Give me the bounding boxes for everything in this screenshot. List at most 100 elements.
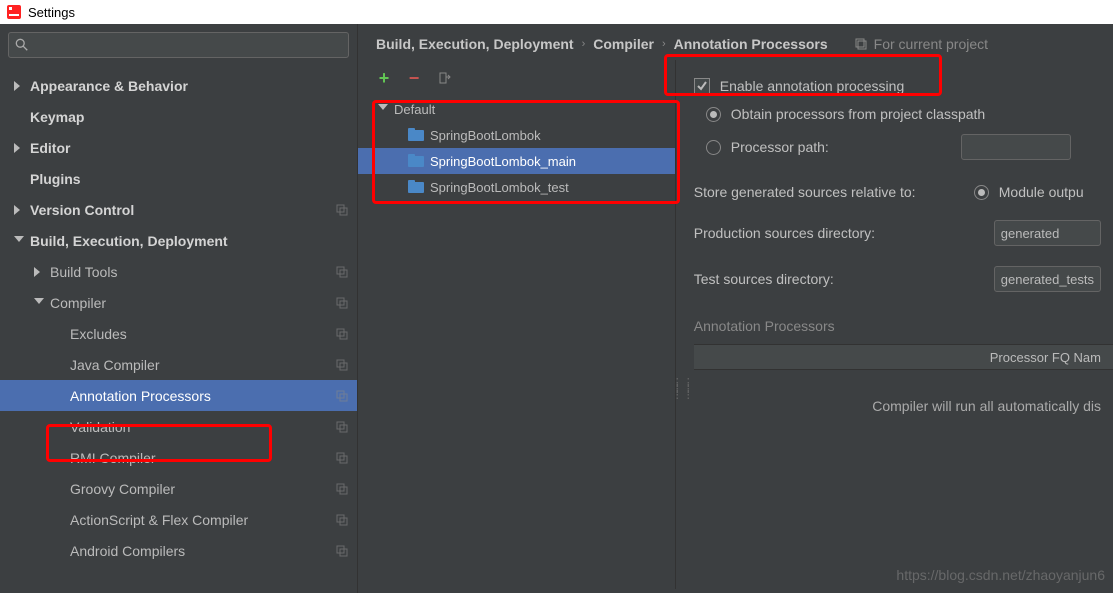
- sidebar-item-label: Android Compilers: [70, 543, 335, 559]
- sidebar-item-label: Version Control: [30, 202, 335, 218]
- sidebar-item-label: Plugins: [30, 171, 349, 187]
- sidebar-item-label: Java Compiler: [70, 357, 335, 373]
- sidebar-item-label: RMI Compiler: [70, 450, 335, 466]
- sidebar-item-editor[interactable]: Editor: [0, 132, 357, 163]
- expand-arrow-right-icon: [14, 205, 24, 215]
- sidebar-item-actionscript-flex-compiler[interactable]: ActionScript & Flex Compiler: [0, 504, 357, 535]
- profile-item[interactable]: SpringBootLombok_test: [358, 174, 675, 200]
- sidebar-item-android-compilers[interactable]: Android Compilers: [0, 535, 357, 566]
- profile-item[interactable]: SpringBootLombok: [358, 122, 675, 148]
- production-dir-input[interactable]: generated: [994, 220, 1101, 246]
- spacer: [14, 174, 24, 184]
- copy-icon: [335, 420, 349, 434]
- scope-label: For current project: [854, 36, 988, 52]
- drag-handle-icon[interactable]: ⋮⋮⋮⋮⋮⋮: [672, 380, 694, 398]
- settings-tree: Appearance & Behavior Keymap Editor Plugins…: [0, 62, 357, 593]
- sidebar-item-validation[interactable]: Validation: [0, 411, 357, 442]
- breadcrumb-item: Annotation Processors: [674, 36, 828, 52]
- profile-item-label: SpringBootLombok_main: [430, 154, 576, 169]
- sidebar-item-build-tools[interactable]: Build Tools: [0, 256, 357, 287]
- processors-section-header: Annotation Processors: [682, 298, 1113, 338]
- sidebar-item-groovy-compiler[interactable]: Groovy Compiler: [0, 473, 357, 504]
- copy-icon: [335, 327, 349, 341]
- sidebar-item-label: ActionScript & Flex Compiler: [70, 512, 335, 528]
- expand-arrow-down-icon: [34, 298, 44, 308]
- processor-settings-panel: Enable annotation processing Obtain proc…: [676, 60, 1113, 589]
- profile-item-label: SpringBootLombok: [430, 128, 541, 143]
- spacer: [54, 546, 64, 556]
- spacer: [54, 422, 64, 432]
- sidebar-item-label: Groovy Compiler: [70, 481, 335, 497]
- sidebar-item-label: Annotation Processors: [70, 388, 335, 404]
- sidebar-item-label: Editor: [30, 140, 349, 156]
- sidebar-item-label: Compiler: [50, 295, 335, 311]
- remove-profile-button[interactable]: −: [406, 70, 422, 86]
- move-profile-button[interactable]: [436, 70, 452, 86]
- obtain-classpath-row[interactable]: Obtain processors from project classpath: [682, 100, 1113, 128]
- copy-icon: [335, 482, 349, 496]
- search-icon: [15, 38, 29, 52]
- expand-arrow-right-icon: [34, 267, 44, 277]
- spacer: [54, 329, 64, 339]
- processor-path-row[interactable]: Processor path:: [682, 128, 1113, 166]
- settings-sidebar: Appearance & Behavior Keymap Editor Plugins…: [0, 24, 358, 593]
- sidebar-item-label: Excludes: [70, 326, 335, 342]
- chevron-right-icon: ›: [582, 38, 586, 50]
- profile-list-panel: + − Default SpringBootLombok SpringBootLo…: [358, 60, 676, 589]
- sidebar-item-version-control[interactable]: Version Control: [0, 194, 357, 225]
- sidebar-item-plugins[interactable]: Plugins: [0, 163, 357, 194]
- sidebar-item-excludes[interactable]: Excludes: [0, 318, 357, 349]
- window-title: Settings: [28, 5, 75, 20]
- sidebar-item-appearance-behavior[interactable]: Appearance & Behavior: [0, 70, 357, 101]
- breadcrumb-item[interactable]: Compiler: [593, 36, 654, 52]
- test-dir-input[interactable]: generated_tests: [994, 266, 1101, 292]
- breadcrumb: Build, Execution, Deployment › Compiler …: [358, 24, 1113, 60]
- obtain-radio[interactable]: [706, 107, 721, 122]
- window-title-bar: Settings: [0, 0, 1113, 24]
- breadcrumb-item[interactable]: Build, Execution, Deployment: [376, 36, 574, 52]
- enable-checkbox[interactable]: [694, 78, 710, 94]
- sidebar-item-rmi-compiler[interactable]: RMI Compiler: [0, 442, 357, 473]
- spacer: [54, 515, 64, 525]
- sidebar-item-label: Appearance & Behavior: [30, 78, 349, 94]
- sidebar-item-keymap[interactable]: Keymap: [0, 101, 357, 132]
- processors-table-header: Processor FQ Nam: [694, 344, 1113, 370]
- profile-item[interactable]: SpringBootLombok_main: [358, 148, 675, 174]
- sidebar-item-build-execution-deployment[interactable]: Build, Execution, Deployment: [0, 225, 357, 256]
- copy-icon: [335, 358, 349, 372]
- copy-icon: [335, 451, 349, 465]
- sidebar-item-label: Validation: [70, 419, 335, 435]
- expand-arrow-down-icon: [14, 236, 24, 246]
- expand-arrow-right-icon: [14, 143, 24, 153]
- expand-arrow-down-icon: [378, 104, 388, 114]
- module-icon: [408, 154, 424, 168]
- copy-icon: [335, 203, 349, 217]
- module-icon: [408, 128, 424, 142]
- procpath-radio[interactable]: [706, 140, 721, 155]
- copy-icon: [335, 389, 349, 403]
- sidebar-item-annotation-processors[interactable]: Annotation Processors: [0, 380, 357, 411]
- watermark: https://blog.csdn.net/zhaoyanjun6: [896, 567, 1105, 583]
- settings-content: Build, Execution, Deployment › Compiler …: [358, 24, 1113, 593]
- app-icon: [6, 4, 22, 20]
- sidebar-item-java-compiler[interactable]: Java Compiler: [0, 349, 357, 380]
- processors-empty-message: Compiler will run all automatically dis: [682, 370, 1113, 414]
- sidebar-item-label: Build Tools: [50, 264, 335, 280]
- profile-item-label: SpringBootLombok_test: [430, 180, 569, 195]
- add-profile-button[interactable]: +: [376, 70, 392, 86]
- processor-path-input[interactable]: [961, 134, 1071, 160]
- copy-icon: [335, 544, 349, 558]
- module-output-radio[interactable]: [974, 185, 989, 200]
- enable-processing-row[interactable]: Enable annotation processing: [682, 72, 1113, 100]
- search-input[interactable]: [8, 32, 349, 58]
- copy-icon: [335, 513, 349, 527]
- copy-icon: [335, 265, 349, 279]
- sidebar-item-label: Build, Execution, Deployment: [30, 233, 349, 249]
- chevron-right-icon: ›: [662, 38, 666, 50]
- profile-root[interactable]: Default: [358, 96, 675, 122]
- sidebar-item-compiler[interactable]: Compiler: [0, 287, 357, 318]
- expand-arrow-right-icon: [14, 81, 24, 91]
- spacer: [54, 484, 64, 494]
- copy-icon: [854, 37, 868, 51]
- profile-tree: Default SpringBootLombok SpringBootLombok…: [358, 96, 675, 200]
